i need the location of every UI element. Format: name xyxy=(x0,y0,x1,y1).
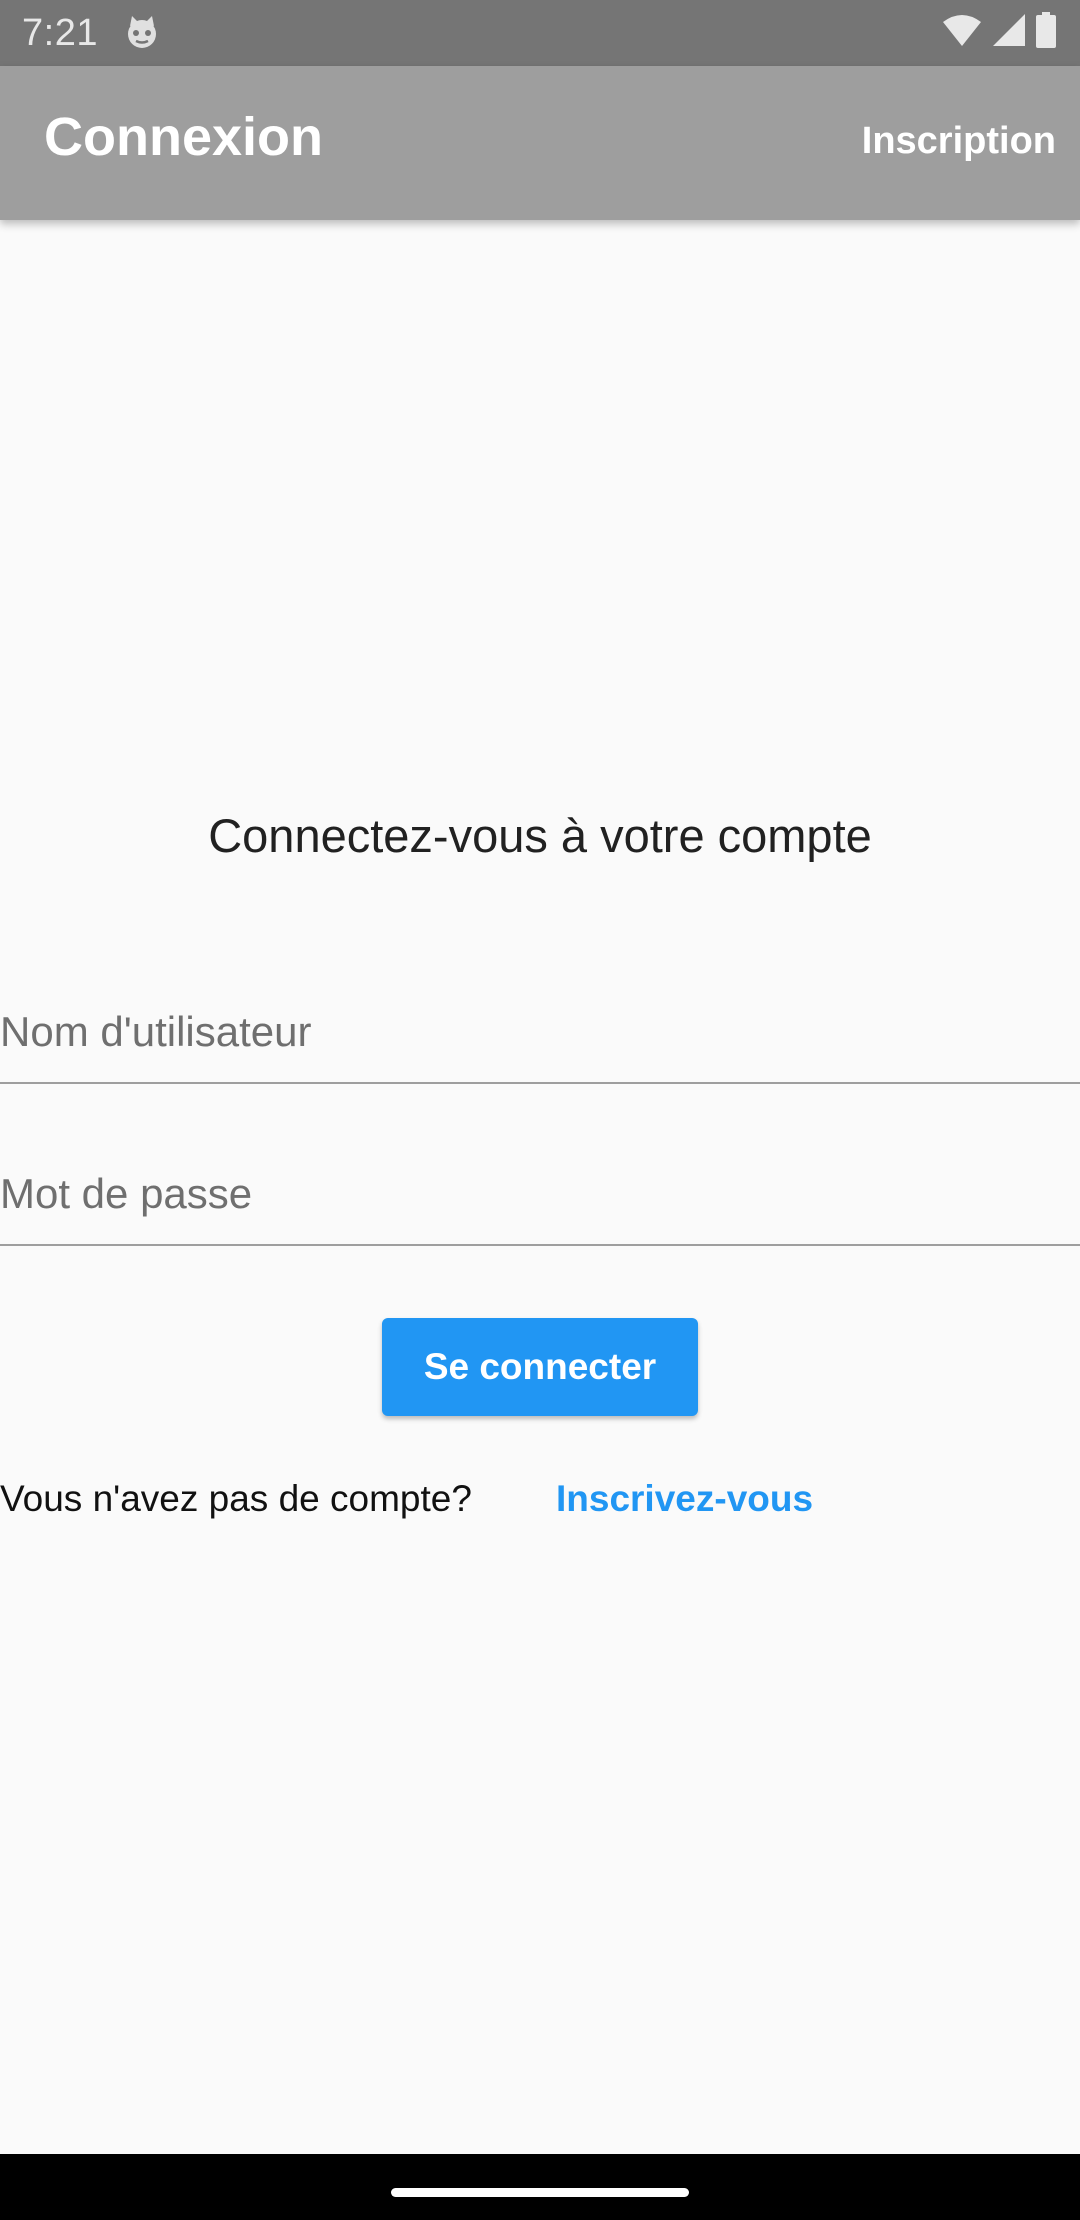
status-icons xyxy=(942,11,1056,53)
login-button[interactable]: Se connecter xyxy=(382,1318,698,1416)
status-time: 7:21 xyxy=(22,12,98,54)
signup-action-button[interactable]: Inscription xyxy=(862,122,1056,160)
page-title: Connexion xyxy=(44,107,323,167)
login-screen: 7:21 Connexion Inscription Connectez-vou… xyxy=(0,0,1080,2220)
username-input[interactable] xyxy=(0,984,1080,1080)
password-field[interactable] xyxy=(0,1146,1080,1246)
cellular-signal-icon xyxy=(992,13,1026,52)
status-bar: 7:21 xyxy=(0,0,1080,66)
home-indicator[interactable] xyxy=(391,2188,689,2197)
password-input[interactable] xyxy=(0,1146,1080,1242)
wifi-icon xyxy=(942,13,982,52)
battery-icon xyxy=(1036,11,1056,53)
app-bar: Connexion Inscription xyxy=(0,66,1080,220)
navigation-bar xyxy=(0,2154,1080,2220)
login-heading: Connectez-vous à votre compte xyxy=(208,809,872,862)
signup-prompt: Vous n'avez pas de compte? xyxy=(0,1478,472,1519)
signup-link[interactable]: Inscrivez-vous xyxy=(556,1478,813,1520)
cat-face-icon xyxy=(124,14,160,50)
username-field[interactable] xyxy=(0,984,1080,1084)
